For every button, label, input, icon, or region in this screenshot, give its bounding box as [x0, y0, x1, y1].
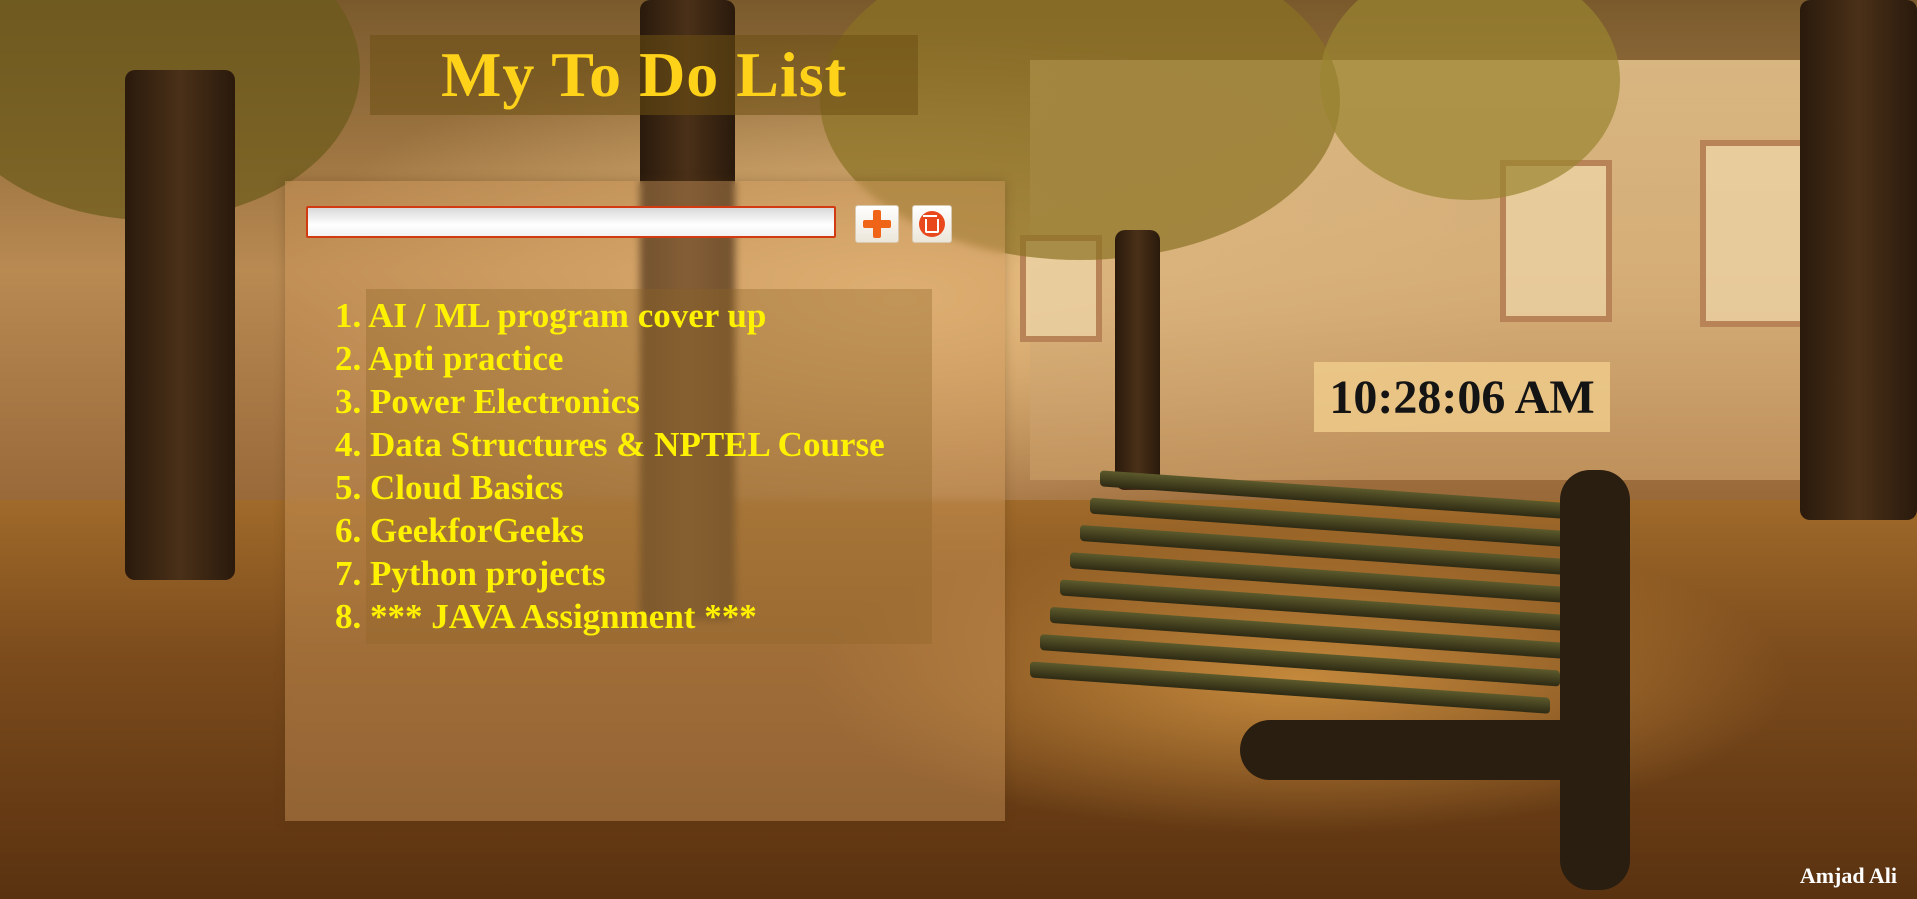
task-number: 3. [335, 382, 362, 421]
list-item[interactable]: 2. Apti practice [335, 337, 885, 380]
task-text: Apti practice [368, 339, 564, 378]
delete-task-button[interactable] [912, 205, 952, 243]
author-credit: Amjad Ali [1799, 863, 1897, 888]
task-number: 4. [335, 425, 362, 464]
task-text: GeekforGeeks [370, 511, 584, 550]
list-item[interactable]: 1. AI / ML program cover up [335, 294, 885, 337]
add-task-button[interactable] [855, 205, 899, 243]
list-item[interactable]: 8. *** JAVA Assignment *** [335, 595, 885, 638]
task-number: 7. [335, 554, 362, 593]
task-number: 6. [335, 511, 362, 550]
task-text: AI / ML program cover up [368, 296, 767, 335]
task-text: Power Electronics [370, 382, 640, 421]
task-number: 8. [335, 597, 362, 636]
task-input[interactable] [306, 206, 836, 238]
task-number: 5. [335, 468, 362, 507]
task-list: 1. AI / ML program cover up 2. Apti prac… [335, 294, 885, 638]
list-item[interactable]: 7. Python projects [335, 552, 885, 595]
list-item[interactable]: 5. Cloud Basics [335, 466, 885, 509]
clock-widget: 10:28:06 AM [1314, 362, 1610, 432]
clock-time: 10:28:06 AM [1329, 370, 1595, 424]
task-text: Cloud Basics [370, 468, 564, 507]
list-item[interactable]: 4. Data Structures & NPTEL Course [335, 423, 885, 466]
todo-panel: 1. AI / ML program cover up 2. Apti prac… [285, 181, 1005, 821]
task-number: 1. [335, 296, 362, 335]
task-text: Python projects [370, 554, 606, 593]
task-number: 2. [335, 339, 362, 378]
task-text: *** JAVA Assignment *** [370, 597, 757, 636]
background-tree-trunk [1800, 0, 1917, 520]
list-item[interactable]: 3. Power Electronics [335, 380, 885, 423]
task-text: Data Structures & NPTEL Course [370, 425, 885, 464]
background-bench-arm [1240, 720, 1600, 780]
background-bench-arm [1560, 470, 1630, 890]
title-banner: My To Do List [370, 35, 918, 115]
page-title: My To Do List [441, 39, 847, 110]
background-tree-trunk [1115, 230, 1160, 490]
plus-icon [863, 210, 891, 238]
list-item[interactable]: 6. GeekforGeeks [335, 509, 885, 552]
trash-icon [919, 211, 945, 237]
background-tree-trunk [125, 70, 235, 580]
